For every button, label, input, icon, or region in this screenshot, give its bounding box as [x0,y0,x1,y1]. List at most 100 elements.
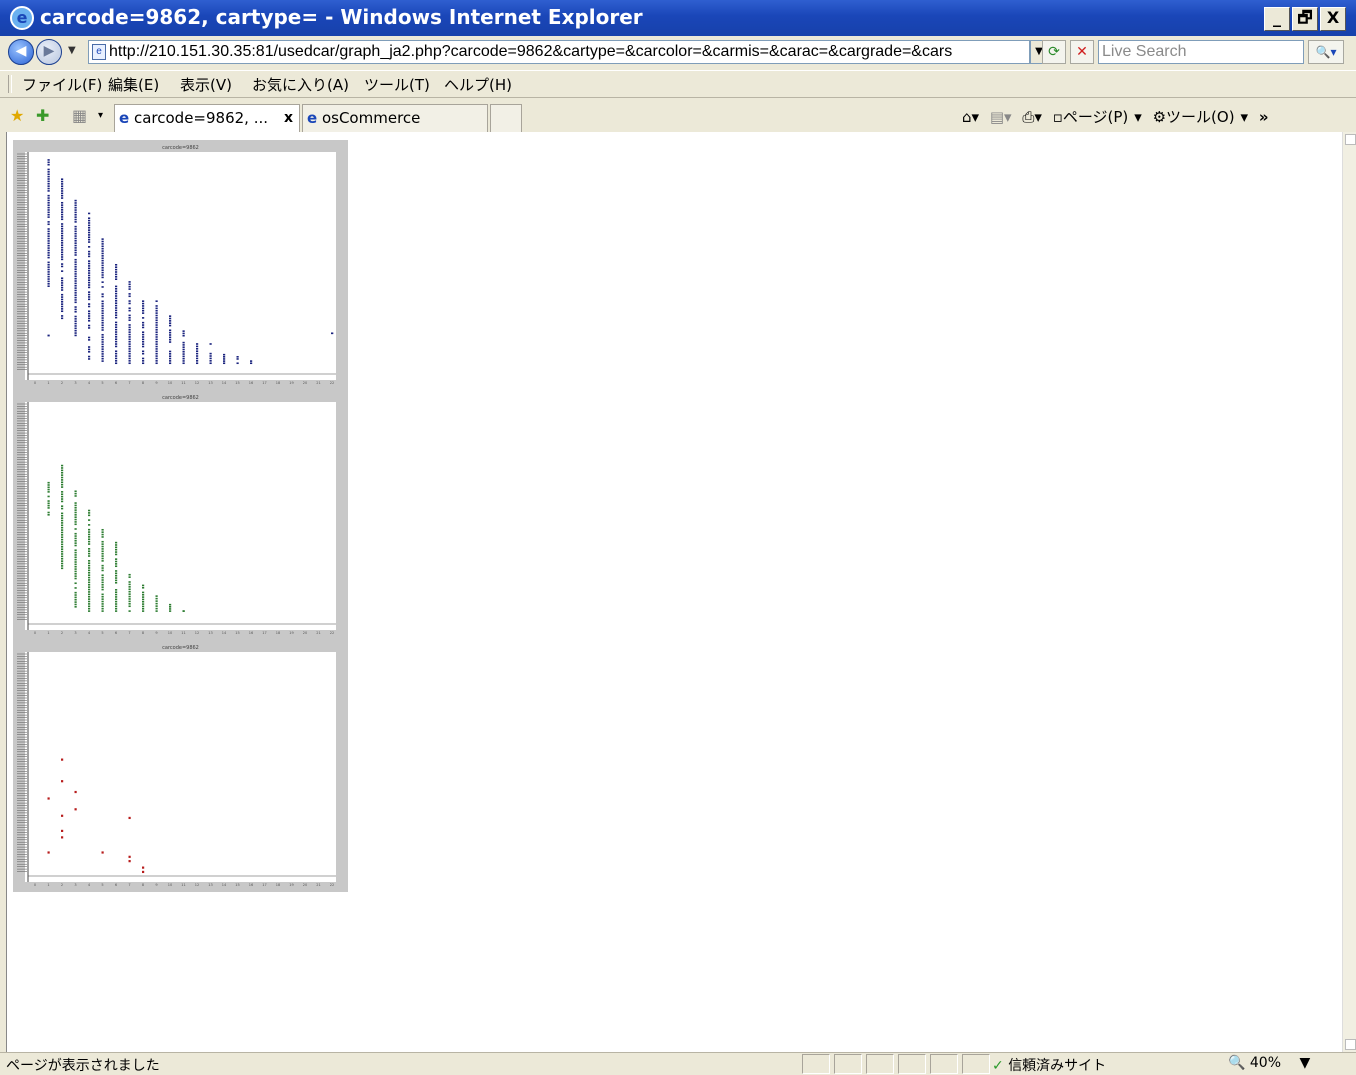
data-point [75,594,77,596]
toolbar-grip [8,75,12,93]
data-point [102,241,104,243]
data-point [142,327,144,329]
data-point [169,325,171,327]
scroll-down-arrow[interactable] [1345,1039,1356,1050]
menu-tools[interactable]: ツール(T) [364,74,430,95]
data-point [88,510,90,512]
data-point [102,334,104,336]
data-point [75,335,77,337]
data-point [102,245,104,247]
data-point [115,544,117,546]
data-point [75,238,77,240]
data-point [88,584,90,586]
page-menu-button[interactable]: ▫ページ(P) ▾ [1053,108,1142,126]
data-point [48,285,50,287]
data-point [102,543,104,545]
data-point [61,486,63,488]
home-icon[interactable]: ⌂▾ [962,108,979,126]
security-zone[interactable]: ✓ 信頼済みサイト [992,1055,1106,1075]
menu-view[interactable]: 表示(V) [180,74,232,95]
print-icon[interactable]: ⎙▾ [1022,108,1042,126]
menu-favorites[interactable]: お気に入り(A) [252,74,349,95]
data-point [61,197,63,199]
data-point [61,277,63,279]
data-point [88,284,90,286]
x-tick-label: 10 [168,883,172,887]
data-point [102,301,104,303]
menu-file[interactable]: ファイル(F) [22,74,102,95]
data-point [183,360,185,362]
close-button[interactable]: X [1320,7,1346,31]
data-point [61,263,63,265]
data-point [61,830,63,832]
quick-tabs-icon[interactable]: ▦ [72,106,87,125]
zoom-control[interactable]: 🔍 40% ▼ [1228,1055,1310,1071]
stop-button[interactable]: ✕ [1070,40,1094,64]
data-point [75,564,77,566]
data-point [61,181,63,183]
add-favorites-icon[interactable]: ✚ [36,106,49,125]
x-tick-label: 13 [208,381,212,385]
data-point [115,594,117,596]
data-point [223,358,225,360]
data-point [210,355,212,357]
data-point [115,558,117,560]
data-point [61,242,63,244]
tab-close-icon[interactable]: x [284,105,293,131]
zoom-dropdown-icon[interactable]: ▼ [1299,1055,1310,1071]
tools-menu-button[interactable]: ⚙ツール(O) ▾ [1153,108,1249,126]
data-point [61,780,63,782]
data-point [142,305,144,307]
address-input[interactable]: e http://210.151.30.35:81/usedcar/graph_… [88,40,1030,64]
data-point [88,246,90,248]
x-tick-label: 12 [195,381,199,385]
data-point [48,221,50,223]
data-point [61,214,63,216]
search-input[interactable]: Live Search [1098,40,1304,64]
favorites-star-icon[interactable]: ★ [10,106,24,125]
data-point [223,360,225,362]
back-button[interactable]: ◀ [8,39,34,65]
data-point [169,339,171,341]
chevron-more-icon[interactable]: » [1259,108,1269,126]
window-titlebar: e carcode=9862, cartype= - Windows Inter… [0,0,1356,40]
data-point [169,606,171,608]
data-point [102,351,104,353]
vertical-scrollbar[interactable] [1342,132,1356,1052]
data-point [196,353,198,355]
data-point [237,356,239,358]
refresh-button[interactable]: ⟳ [1042,40,1066,64]
data-point [61,259,63,261]
search-button[interactable]: 🔍▾ [1308,40,1344,64]
menu-help[interactable]: ヘルプ(H) [444,74,512,95]
data-point [115,312,117,314]
data-point [115,547,117,549]
data-point [61,491,63,493]
data-point [88,318,90,320]
data-point [183,335,185,337]
data-point [102,529,104,531]
data-point [142,300,144,302]
x-tick-label: 18 [276,381,280,385]
x-tick-label: 21 [316,381,320,385]
tab-list-dropdown-icon[interactable]: ▾ [98,110,103,121]
restore-button[interactable]: 🗗 [1292,7,1318,31]
history-dropdown-icon[interactable]: ▼ [68,45,76,56]
tab-oscommerce[interactable]: e osCommerce [302,104,488,132]
x-tick-label: 4 [88,381,91,385]
data-point [142,599,144,601]
tab-carcode[interactable]: e carcode=9862, ... x [114,104,300,132]
data-point [115,310,117,312]
scroll-up-arrow[interactable] [1345,134,1356,145]
minimize-button[interactable]: _ [1264,7,1290,31]
data-point [88,579,90,581]
new-tab-button[interactable] [490,104,522,132]
data-point [88,268,90,270]
data-point [129,303,131,305]
data-point [75,325,77,327]
feeds-icon[interactable]: ▤▾ [990,108,1012,126]
data-point [102,286,104,288]
menu-edit[interactable]: 編集(E) [108,74,159,95]
data-point [88,313,90,315]
forward-button[interactable]: ▶ [36,39,62,65]
